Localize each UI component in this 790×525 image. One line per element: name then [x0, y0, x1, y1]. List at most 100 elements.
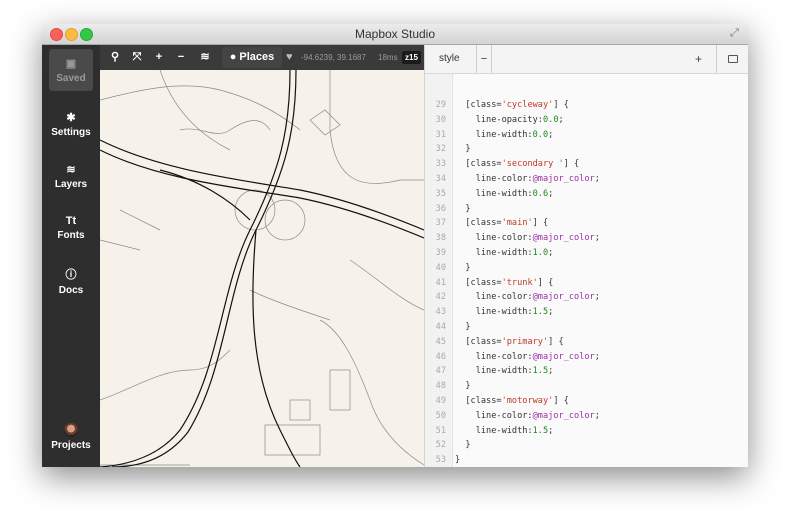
render-time: 18ms: [378, 53, 398, 62]
sidebar-item-layers[interactable]: ≋ Layers: [42, 163, 100, 190]
code-text: line-width:0.0;: [455, 129, 554, 140]
remove-tab-button[interactable]: −: [476, 45, 492, 73]
window-title: Mapbox Studio: [354, 27, 436, 41]
code-line: 49 [class='motorway'] {: [425, 394, 748, 409]
tab-style[interactable]: style: [439, 45, 460, 73]
code-line: 35 line-width:0.6;: [425, 187, 748, 202]
code-line: 53}: [425, 453, 748, 467]
info-icon: ⓘ: [65, 269, 77, 281]
code-line: 30 line-opacity:0.0;: [425, 113, 748, 128]
sidebar-item-saved[interactable]: ▣ Saved: [49, 49, 93, 91]
code-text: }: [455, 440, 471, 451]
sidebar-item-label: Layers: [54, 179, 88, 190]
zoom-in-button[interactable]: +: [148, 45, 170, 70]
code-line: 36 }: [425, 202, 748, 217]
line-number: 29: [435, 100, 446, 110]
panel-icon: [728, 55, 738, 63]
save-icon: ▣: [65, 58, 77, 70]
code-text: }: [455, 262, 471, 273]
code-text: line-opacity:0.0;: [455, 114, 564, 125]
line-number: 31: [435, 129, 446, 140]
code-area[interactable]: 29 [class='cycleway'] {30 line-opacity:0…: [425, 98, 748, 467]
code-text: line-width:1.5;: [455, 366, 554, 377]
code-text: }: [455, 381, 471, 392]
code-text: }: [455, 144, 471, 155]
layer-inspect-icon[interactable]: ≋: [194, 45, 216, 70]
code-text: line-color:@major_color;: [455, 292, 600, 303]
line-number: 38: [435, 233, 446, 244]
sidebar-item-settings[interactable]: ✱ Settings: [42, 111, 100, 138]
code-line: 52 }: [425, 438, 748, 453]
building: [264, 424, 321, 456]
motorway: [100, 149, 424, 239]
sidebar-item-fonts[interactable]: Tt Fonts: [42, 215, 100, 241]
line-number: 41: [435, 277, 446, 288]
sidebar: ▣ Saved ✱ Settings ≋ Layers Tt Fonts ⓘ D…: [42, 45, 100, 467]
code-line: 29 [class='cycleway'] {: [425, 98, 748, 113]
sidebar-item-projects[interactable]: Projects: [42, 423, 100, 451]
zoom-out-button[interactable]: −: [170, 45, 192, 70]
building: [289, 399, 311, 421]
line-number: 51: [435, 425, 446, 436]
minor-road: [119, 209, 161, 231]
map-canvas[interactable]: [100, 70, 424, 467]
code-text: }: [455, 321, 471, 332]
code-text: [class='secondary '] {: [465, 159, 580, 170]
sidebar-item-label: Fonts: [57, 230, 85, 241]
code-text: }: [455, 203, 471, 214]
code-line: 45 [class='primary'] {: [425, 335, 748, 350]
zoom-level-badge: z15: [402, 51, 421, 64]
toggle-panel-button[interactable]: [716, 45, 748, 73]
sidebar-item-label: Settings: [51, 127, 91, 138]
line-number: 39: [435, 247, 446, 258]
fullscreen-icon[interactable]: ⤢: [730, 27, 742, 39]
line-number: 30: [435, 114, 446, 125]
code-line: 33 [class='secondary '] {: [425, 157, 748, 172]
code-text: line-color:@major_color;: [455, 233, 600, 244]
roundabout: [264, 199, 306, 241]
search-icon[interactable]: ⚲: [104, 45, 126, 70]
editor-tabs: style − +: [425, 45, 748, 74]
line-number: 45: [435, 336, 446, 347]
map-roads: [100, 70, 424, 467]
sidebar-item-label: Saved: [56, 73, 86, 84]
code-line: 32 }: [425, 142, 748, 157]
line-number: 44: [435, 321, 446, 332]
roundabout: [234, 189, 276, 231]
line-number: 32: [435, 144, 446, 155]
code-line: 34 line-color:@major_color;: [425, 172, 748, 187]
fonts-icon: Tt: [65, 215, 77, 227]
code-text: [class='motorway'] {: [465, 395, 569, 406]
line-number: 48: [435, 381, 446, 392]
add-tab-button[interactable]: +: [695, 45, 702, 73]
minor-road: [319, 319, 424, 466]
code-text: }: [455, 455, 461, 466]
line-number: 34: [435, 173, 446, 184]
avatar: [64, 423, 78, 437]
code-line: 39 line-width:1.0;: [425, 246, 748, 261]
code-line: 47 line-width:1.5;: [425, 364, 748, 379]
line-number: 53: [435, 455, 446, 466]
sidebar-item-label: Projects: [51, 440, 91, 451]
places-button[interactable]: ● Places: [222, 47, 282, 68]
building: [329, 369, 351, 411]
line-number: 37: [435, 218, 446, 229]
sidebar-item-docs[interactable]: ⓘ Docs: [42, 266, 100, 296]
places-label: Places: [239, 51, 275, 63]
code-line: 38 line-color:@major_color;: [425, 231, 748, 246]
coordinates-readout: -94.6239, 39.1687: [301, 53, 366, 62]
sidebar-item-label: Docs: [58, 285, 84, 296]
line-number: 35: [435, 188, 446, 199]
code-line: 48 }: [425, 379, 748, 394]
heart-icon[interactable]: ♥: [286, 45, 293, 70]
expand-icon[interactable]: ⤧: [126, 45, 148, 70]
code-line: 42 line-color:@major_color;: [425, 290, 748, 305]
line-number: 47: [435, 366, 446, 377]
line-number: 43: [435, 307, 446, 318]
line-number: 36: [435, 203, 446, 214]
building: [309, 109, 341, 136]
code-text: line-color:@major_color;: [455, 173, 600, 184]
line-number: 49: [435, 395, 446, 406]
line-number: 50: [435, 410, 446, 421]
code-line: 41 [class='trunk'] {: [425, 276, 748, 291]
